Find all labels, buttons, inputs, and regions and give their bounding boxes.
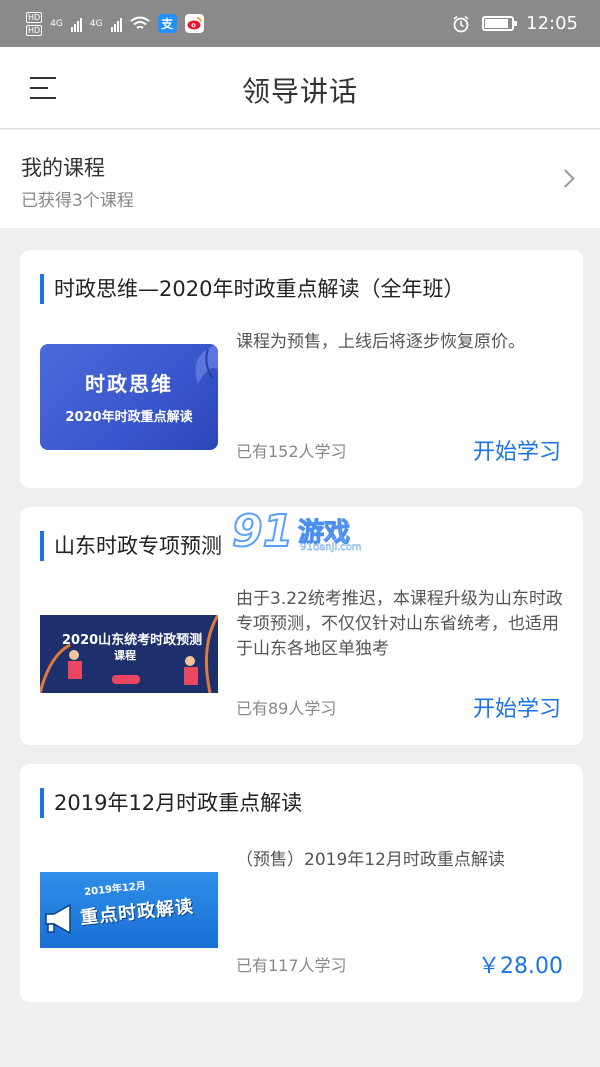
thumbnail-year: 2019年12月 (83, 880, 147, 899)
thumbnail-title: 2020山东统考时政预测 (62, 633, 203, 648)
alipay-app-icon: 支 (157, 14, 177, 33)
app-header: 领导讲话 (0, 47, 600, 129)
network-type: 4G (50, 18, 63, 29)
thumbnail-title: 时政思维 (85, 372, 173, 396)
wifi-icon (129, 16, 150, 29)
hd-badge: HD (26, 24, 43, 36)
course-thumbnail[interactable]: 2019年12月 重点时政解读 (40, 872, 218, 948)
course-thumbnail[interactable]: 2020山东统考时政预测 课程 (40, 615, 218, 693)
signal-icon (70, 16, 82, 32)
learner-count: 已有117人学习 (236, 956, 347, 975)
course-title: 时政思维—2020年时政重点解读（全年班） (40, 274, 464, 304)
watermark-url: 91danji.com (300, 542, 362, 553)
alarm-icon (453, 15, 469, 32)
status-bar: HD HD 4G 4G 支 12:05 (0, 0, 600, 47)
course-thumbnail[interactable]: 时政思维 2020年时政重点解读 (40, 344, 218, 450)
course-title: 山东时政专项预测 (40, 531, 222, 561)
watermark-logo: 91 (231, 505, 294, 558)
network-type: 4G (89, 18, 103, 29)
my-course-title: 我的课程 (21, 156, 105, 180)
my-course-count: 已获得3个课程 (21, 191, 134, 211)
site-watermark: 91 游戏 91danji.com (231, 505, 372, 560)
course-description: 课程为预售，上线后将逐步恢复原价。 (236, 332, 525, 352)
course-description: 由于3.22统考推迟，本课程升级为山东时政专项预测，不仅仅针对山东省统考，也适用… (236, 589, 563, 659)
learner-count: 已有152人学习 (236, 442, 347, 461)
page-title: 领导讲话 (241, 75, 358, 108)
thumbnail-subtitle: 2020年时政重点解读 (65, 410, 193, 425)
course-price[interactable]: ￥28.00 (478, 948, 563, 980)
learner-count: 已有89人学习 (236, 699, 337, 718)
start-learning-button[interactable]: 开始学习 (473, 691, 561, 723)
status-time: 12:05 (526, 13, 578, 34)
signal-icon (110, 16, 122, 32)
my-course-row[interactable]: 我的课程 已获得3个课程 (0, 130, 600, 228)
weibo-app-icon (184, 14, 204, 33)
course-title: 2019年12月时政重点解读 (40, 788, 302, 818)
course-card[interactable]: 时政思维—2020年时政重点解读（全年班） 时政思维 2020年时政重点解读 课… (20, 250, 583, 488)
hd-badge: HD (26, 11, 43, 23)
course-card[interactable]: 2019年12月时政重点解读 2019年12月 重点时政解读 （预售）2019年… (20, 764, 583, 1002)
hd-badges: HD HD (26, 11, 43, 36)
course-description: （预售）2019年12月时政重点解读 (236, 850, 505, 870)
chevron-right-icon (556, 169, 575, 188)
thumbnail-subtitle: 课程 (114, 649, 136, 662)
megaphone-icon (45, 903, 71, 935)
start-learning-button[interactable]: 开始学习 (473, 434, 561, 466)
thumbnail-title: 重点时政解读 (79, 896, 195, 929)
status-bar-left: HD HD 4G 4G 支 (26, 11, 204, 36)
status-bar-right: 12:05 (452, 13, 578, 34)
battery-icon (482, 16, 518, 31)
